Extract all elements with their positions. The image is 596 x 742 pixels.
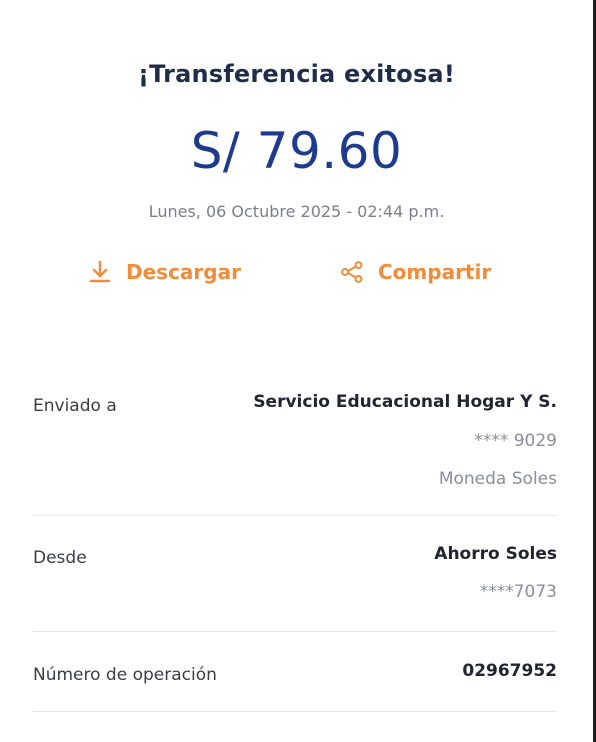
- receipt-actions: Descargar Compartir: [0, 254, 593, 290]
- from-label: Desde: [33, 548, 87, 568]
- source-account-number: ****7073: [479, 582, 557, 602]
- share-icon: [340, 260, 364, 284]
- divider: [33, 631, 557, 632]
- recipient-currency: Moneda Soles: [438, 469, 557, 489]
- download-button[interactable]: Descargar: [88, 254, 241, 290]
- divider: [33, 711, 557, 712]
- share-label: Compartir: [378, 260, 492, 284]
- recipient-account: **** 9029: [474, 431, 557, 451]
- operation-number: 02967952: [462, 661, 557, 681]
- transfer-amount: S/ 79.60: [190, 122, 403, 180]
- divider: [33, 515, 557, 516]
- sent-to-label: Enviado a: [33, 396, 117, 416]
- page-title: ¡Transferencia exitosa!: [138, 60, 455, 88]
- share-button[interactable]: Compartir: [340, 254, 491, 290]
- transfer-datetime: Lunes, 06 Octubre 2025 - 02:44 p.m.: [148, 202, 445, 221]
- download-icon: [88, 260, 112, 284]
- source-account-type: Ahorro Soles: [434, 544, 557, 564]
- operation-number-label: Número de operación: [33, 665, 217, 685]
- recipient-name: Servicio Educacional Hogar Y S.: [253, 392, 557, 412]
- transfer-receipt: ¡Transferencia exitosa! S/ 79.60 Lunes, …: [0, 0, 596, 742]
- download-label: Descargar: [126, 260, 241, 284]
